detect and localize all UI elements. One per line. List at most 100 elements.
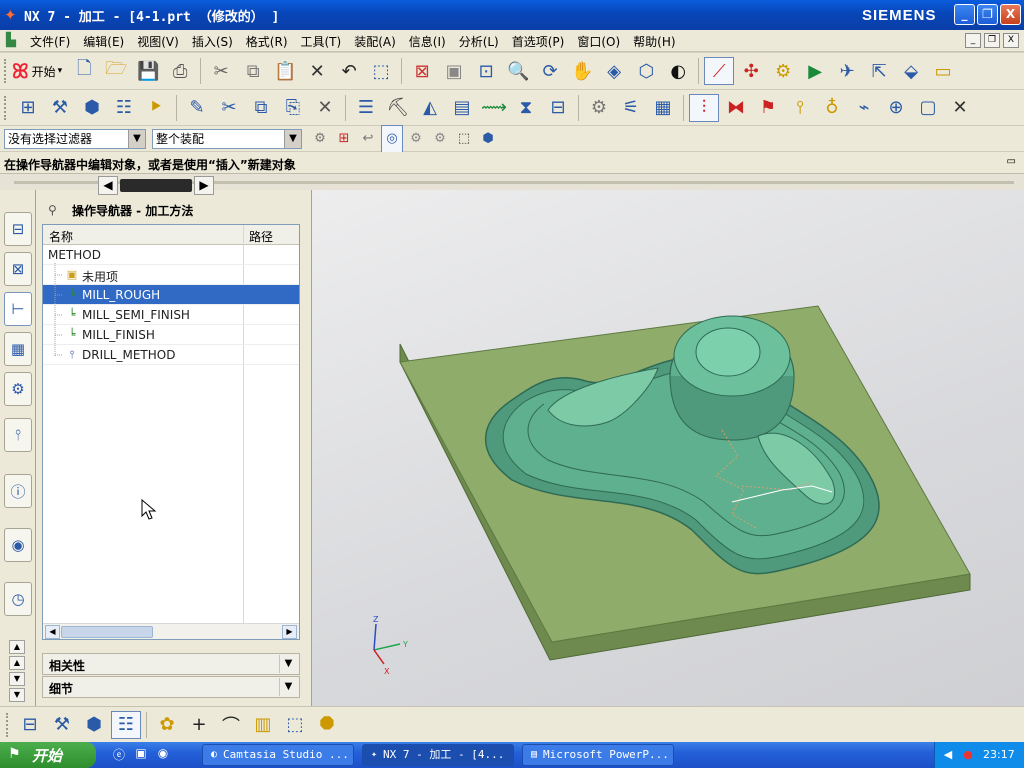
program-order-view-icon[interactable]: ☰	[351, 94, 381, 122]
list-toolpath-icon[interactable]: ⊟	[543, 94, 573, 122]
zoom-window-icon[interactable]: ▣	[439, 57, 469, 85]
new-file-icon[interactable]: 🗋	[69, 57, 99, 85]
copy-icon[interactable]: ⧉	[238, 57, 268, 85]
fit-icon[interactable]: ⊠	[407, 57, 437, 85]
menu-edit[interactable]: 编辑(E)	[83, 33, 124, 50]
preselect-icon[interactable]: ◎	[381, 124, 403, 153]
snap-point-icon[interactable]: ⊞	[333, 125, 355, 153]
delete-icon[interactable]: ✕	[302, 57, 332, 85]
curve-icon[interactable]: ⌒	[216, 711, 246, 739]
shop-doc-icon[interactable]: ⇱	[864, 57, 894, 85]
scrollbar-thumb[interactable]	[61, 626, 153, 638]
select-body-icon[interactable]: ⬢	[477, 125, 499, 153]
chevron-down-icon[interactable]: ▼	[9, 672, 25, 686]
mill-section-icon[interactable]: ⚟	[616, 94, 646, 122]
close-toolbar-icon[interactable]: ✕	[945, 94, 975, 122]
menu-window[interactable]: 窗口(O)	[577, 33, 620, 50]
create-tool-icon[interactable]: ⚒	[45, 94, 75, 122]
minimize-button[interactable]: _	[954, 4, 975, 25]
chevron-down-icon[interactable]: ▼	[279, 655, 297, 673]
desktop-icon[interactable]: ▣	[132, 746, 150, 764]
blank-icon[interactable]: ▢	[913, 94, 943, 122]
menu-insert[interactable]: 插入(S)	[192, 33, 233, 50]
task-nx[interactable]: ✦ NX 7 - 加工 - [4...	[362, 744, 514, 766]
create-program-icon[interactable]: ⊞	[13, 94, 43, 122]
assembly-scope-combo[interactable]: 整个装配 ▼	[152, 128, 302, 149]
menu-preferences[interactable]: 首选项(P)	[512, 33, 565, 50]
scroller-thumb[interactable]	[120, 179, 192, 192]
method-view-icon[interactable]: ▤	[447, 94, 477, 122]
output-clsf-icon[interactable]: ⬙	[896, 57, 926, 85]
transform-icon[interactable]: ⚑	[753, 94, 783, 122]
start-button[interactable]: ⚑ 开始	[0, 742, 96, 768]
copy-object-icon[interactable]: ⧉	[246, 94, 276, 122]
paste-icon[interactable]: 📋	[270, 57, 300, 85]
feed-rate-icon[interactable]: ⧓	[721, 94, 751, 122]
operation-navigator-icon[interactable]: ⚙	[768, 57, 798, 85]
reset-filter-icon[interactable]: ↩	[357, 125, 379, 153]
restore-button[interactable]: ❐	[977, 4, 998, 25]
chevron-left-icon[interactable]: ◀	[45, 625, 60, 639]
render-style-icon[interactable]: ◐	[663, 57, 693, 85]
geometry-group-icon[interactable]: ⬢	[79, 711, 109, 739]
tray-expand-icon[interactable]: ◀	[941, 748, 955, 762]
nx-app-icon[interactable]: ✦	[4, 6, 22, 24]
machine-tool-view-icon[interactable]: ⛏	[383, 94, 413, 122]
menu-assembly[interactable]: 装配(A)	[354, 33, 396, 50]
material-icon[interactable]: ▦	[648, 94, 678, 122]
tree-horizontal-scrollbar[interactable]: ◀ ▶	[43, 623, 299, 639]
create-geometry-icon[interactable]: ⬢	[77, 94, 107, 122]
menu-format[interactable]: 格式(R)	[246, 33, 288, 50]
assembly-navigator-tab[interactable]: ⊟	[4, 212, 32, 246]
details-section[interactable]: 细节 ▼	[42, 676, 300, 698]
history-tab[interactable]: ◷	[4, 582, 32, 616]
help-info-tab[interactable]: ⓘ	[4, 474, 32, 508]
csys-icon[interactable]: ⟋	[704, 57, 735, 85]
shop-icon[interactable]: ⊕	[881, 94, 911, 122]
chevron-right-icon[interactable]: ▶	[194, 176, 214, 195]
perspective-icon[interactable]: ◈	[599, 57, 629, 85]
measure-icon[interactable]: ▭	[928, 57, 958, 85]
point-icon[interactable]: +	[184, 711, 214, 739]
part-navigator-tab[interactable]: ⊠	[4, 252, 32, 286]
save-icon[interactable]: 💾	[133, 57, 163, 85]
path-icon[interactable]: ⌁	[849, 94, 879, 122]
close-button[interactable]: X	[1000, 4, 1021, 25]
color-palette-icon[interactable]: ✿	[152, 711, 182, 739]
doc-close-button[interactable]: X	[1003, 33, 1019, 48]
geometry-view-icon[interactable]: ◭	[415, 94, 445, 122]
chevron-down-icon[interactable]: ▼	[284, 129, 301, 148]
select-face-icon[interactable]: ⚙	[429, 125, 451, 153]
task-powerpoint[interactable]: ▤ Microsoft PowerP...	[522, 744, 674, 766]
orient-view-icon[interactable]: ⬡	[631, 57, 661, 85]
menu-help[interactable]: 帮助(H)	[633, 33, 675, 50]
selection-icon[interactable]: ⬚	[366, 57, 396, 85]
cutter-icon[interactable]: ⫯	[785, 94, 815, 122]
doc-restore-button[interactable]: ❐	[984, 33, 1000, 48]
open-folder-icon[interactable]: 🗁	[101, 57, 131, 85]
menu-file[interactable]: 文件(F)	[30, 33, 70, 50]
tray-record-icon[interactable]: ●	[961, 748, 975, 762]
replay-toolpath-icon[interactable]: ⧗	[511, 94, 541, 122]
reuse-library-tab[interactable]: ⚙	[4, 372, 32, 406]
snap-icon[interactable]: ✣	[736, 57, 766, 85]
paste-object-icon[interactable]: ⎘	[278, 94, 308, 122]
cut-object-icon[interactable]: ✂	[214, 94, 244, 122]
dependencies-section[interactable]: 相关性 ▼	[42, 653, 300, 675]
graphics-viewport[interactable]: Y Z X	[312, 190, 1024, 706]
block-icon[interactable]: ⬚	[280, 711, 310, 739]
rectangle-select-icon[interactable]: ⬚	[453, 125, 475, 153]
postprocess-icon[interactable]: ✈	[832, 57, 862, 85]
chevron-left-icon[interactable]: ◀	[98, 176, 118, 195]
method-group-icon[interactable]: ☷	[111, 710, 141, 739]
chevron-up-icon[interactable]: ▲	[9, 640, 25, 654]
operation-navigator-tab[interactable]: ⊢	[4, 292, 32, 326]
chevron-down-icon[interactable]: ▼	[279, 678, 297, 696]
filter-settings-icon[interactable]: ⚙	[309, 125, 331, 153]
create-method-icon[interactable]: ☷	[109, 94, 139, 122]
chevron-down-icon[interactable]: ▼	[128, 129, 145, 148]
start-menu-button[interactable]: ꕤ 开始 ▾	[12, 57, 62, 85]
type-filter-combo[interactable]: 没有选择过滤器 ▼	[4, 128, 146, 149]
create-operation-icon[interactable]: ⯈	[141, 94, 171, 122]
delete-object-icon[interactable]: ✕	[310, 94, 340, 122]
